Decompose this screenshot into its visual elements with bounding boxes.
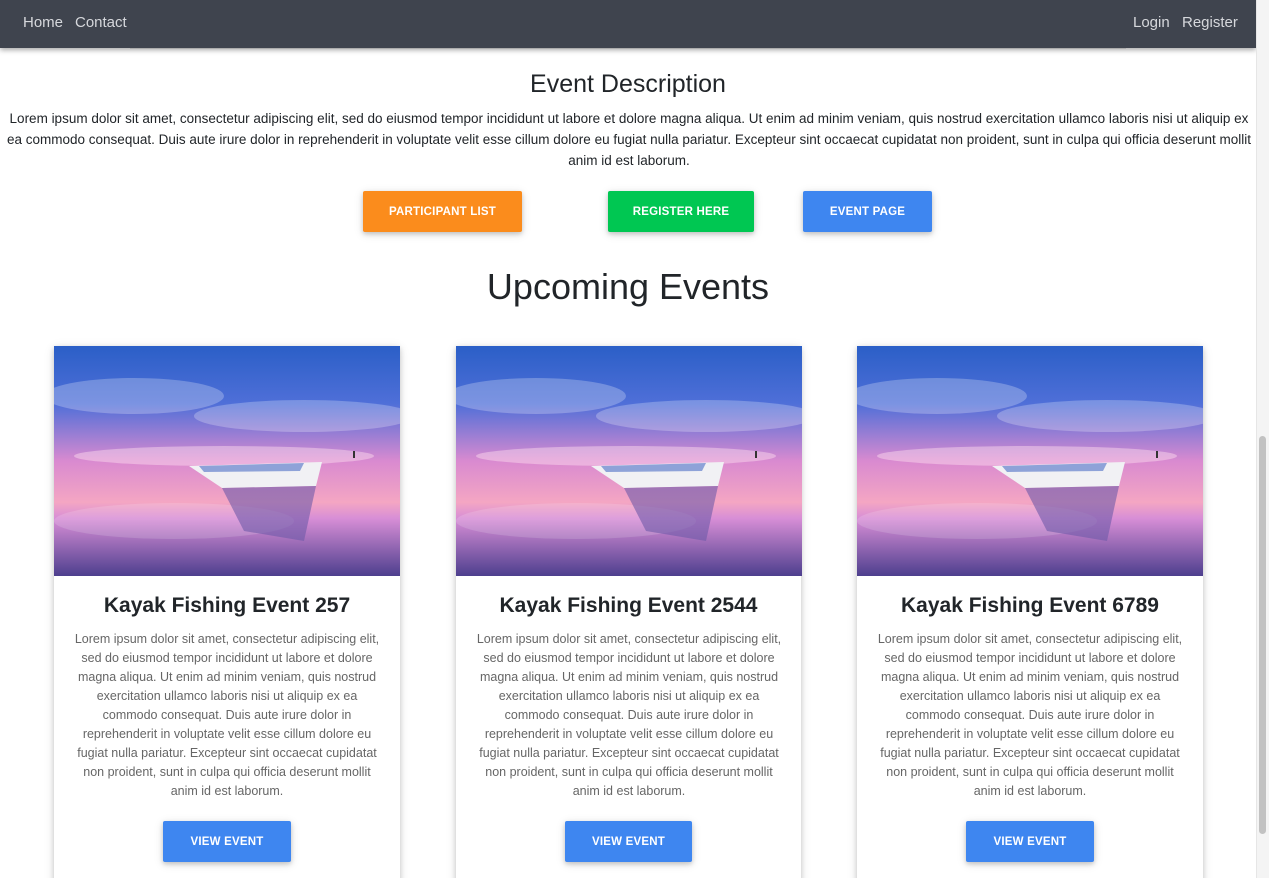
event-card-image xyxy=(857,346,1203,576)
event-card: Kayak Fishing Event 257 Lorem ipsum dolo… xyxy=(54,346,400,878)
nav-contact-link[interactable]: Contact xyxy=(75,14,127,31)
nav-login-link[interactable]: Login xyxy=(1133,14,1170,31)
participant-list-button[interactable]: PARTICIPANT LIST xyxy=(363,191,522,232)
event-card-title: Kayak Fishing Event 2544 xyxy=(499,594,758,617)
event-card-title: Kayak Fishing Event 257 xyxy=(103,594,351,617)
event-card: Kayak Fishing Event 2544 Lorem ipsum dol… xyxy=(456,346,802,878)
event-description-title: Event Description xyxy=(530,70,726,98)
view-event-button[interactable]: VIEW EVENT xyxy=(966,821,1094,862)
event-description-text: Lorem ipsum dolor sit amet, consectetur … xyxy=(7,111,1251,168)
nav-home-link[interactable]: Home xyxy=(23,14,63,31)
nav-register-link[interactable]: Register xyxy=(1182,14,1238,31)
view-event-button[interactable]: VIEW EVENT xyxy=(565,821,692,862)
scrollbar-thumb[interactable] xyxy=(1259,436,1266,834)
navbar-divider xyxy=(130,48,1126,49)
event-card-text: Lorem ipsum dolor sit amet, consectetur … xyxy=(877,632,1183,798)
event-card-text: Lorem ipsum dolor sit amet, consectetur … xyxy=(476,632,782,798)
upcoming-events-title: Upcoming Events xyxy=(486,266,770,307)
event-card-image xyxy=(456,346,802,576)
register-here-button[interactable]: REGISTER HERE xyxy=(608,191,754,232)
navbar: Home Contact Login Register xyxy=(0,0,1256,48)
view-event-button[interactable]: VIEW EVENT xyxy=(163,821,291,862)
event-page-button[interactable]: EVENT PAGE xyxy=(803,191,932,232)
event-card: Kayak Fishing Event 6789 Lorem ipsum dol… xyxy=(857,346,1203,878)
event-card-text: Lorem ipsum dolor sit amet, consectetur … xyxy=(74,632,380,798)
event-card-image xyxy=(54,346,400,576)
event-card-title: Kayak Fishing Event 6789 xyxy=(901,594,1159,617)
page: Home Contact Login Register Event Descri… xyxy=(0,0,1256,878)
